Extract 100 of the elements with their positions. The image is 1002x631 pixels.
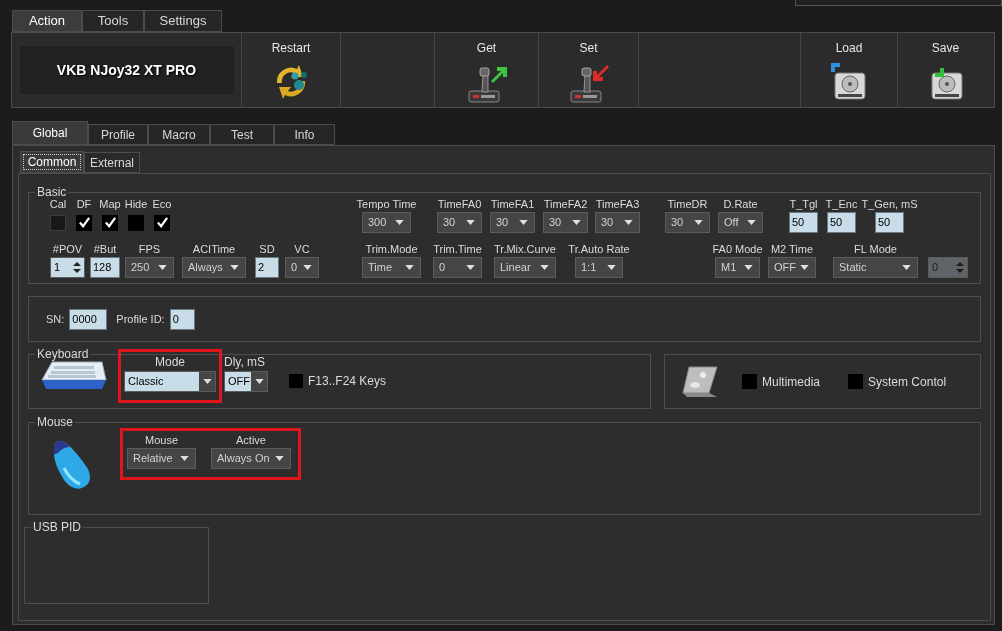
field-label: Tr.Mix.Curve	[494, 242, 556, 257]
dropdown[interactable]: 0	[285, 257, 319, 278]
dropdown[interactable]: Always On	[211, 448, 291, 469]
caret-icon	[744, 265, 753, 270]
caret-icon	[466, 220, 475, 225]
tab[interactable]: Settings	[144, 10, 222, 32]
group-title: Mouse	[36, 416, 75, 429]
field-label: TimeFA1	[490, 197, 535, 212]
toolbar-button[interactable]: Load	[801, 33, 897, 107]
tab[interactable]: Test	[210, 124, 274, 145]
checkbox-label: F13..F24 Keys	[308, 373, 387, 390]
toolbar-button[interactable]: Restart	[242, 33, 340, 107]
combo-box[interactable]: OFF	[224, 371, 268, 392]
input-field[interactable]: 50	[789, 212, 818, 233]
group-title: Keyboard	[36, 348, 90, 361]
group-title: USB PID	[32, 521, 82, 534]
combo-box[interactable]: Classic	[124, 371, 216, 392]
caret-icon	[158, 265, 167, 270]
field-label: Trim.Time	[433, 242, 482, 257]
caret-icon	[747, 220, 756, 225]
dropdown[interactable]: Linear	[494, 257, 556, 278]
dropdown[interactable]: Off	[718, 212, 763, 233]
dropdown[interactable]: 30	[490, 212, 535, 233]
spinner-field[interactable]: 1	[50, 257, 85, 278]
field-label: Active	[236, 433, 266, 448]
dropdown[interactable]: 0	[433, 257, 482, 278]
caret-icon	[275, 456, 284, 461]
dropdown[interactable]: Always	[182, 257, 246, 278]
dropdown[interactable]: 30	[543, 212, 588, 233]
toolbar-button[interactable]: Save	[898, 33, 993, 107]
hard-drive-arrow-icon	[829, 61, 869, 101]
tab[interactable]: Tools	[82, 10, 144, 32]
input-field[interactable]: 2	[255, 257, 279, 278]
checkbox[interactable]	[848, 374, 864, 389]
tab[interactable]: External	[84, 152, 140, 173]
caret-icon	[694, 220, 703, 225]
caret-icon	[572, 220, 581, 225]
tab[interactable]: Common	[20, 151, 84, 173]
field-label: Mode	[155, 354, 185, 371]
checkmark-icon	[77, 216, 91, 229]
dropdown[interactable]: 30	[595, 212, 640, 233]
checkbox[interactable]	[102, 214, 118, 231]
dropdown[interactable]: Time	[362, 257, 421, 278]
field-label: TimeDR	[667, 197, 708, 212]
field-label: TimeFA2	[543, 197, 588, 212]
tab[interactable]: Profile	[88, 124, 148, 145]
field-label: TimeFA3	[595, 197, 640, 212]
field-label: T_Enc	[825, 197, 858, 212]
tab[interactable]: Global	[12, 121, 88, 145]
dropdown[interactable]: Relative	[127, 448, 196, 469]
field-label: Eco	[152, 197, 172, 212]
tab[interactable]: Action	[12, 10, 82, 32]
field-label: Dly, mS	[224, 354, 266, 371]
spinner-field: 0	[928, 257, 968, 278]
keyboard-icon	[40, 360, 108, 392]
field-label: Cal	[49, 197, 67, 212]
input-field[interactable]: 128	[90, 257, 120, 278]
dropdown[interactable]: 30	[437, 212, 482, 233]
dropdown[interactable]: Static	[833, 257, 918, 278]
input-field[interactable]: 50	[875, 212, 904, 233]
checkbox[interactable]	[128, 214, 144, 231]
checkbox[interactable]	[76, 214, 92, 231]
dropdown[interactable]: 250	[125, 257, 174, 278]
field-label: #POV	[52, 242, 83, 257]
caret-icon	[230, 265, 239, 270]
dropdown[interactable]: 300	[362, 212, 411, 233]
field-label: SN:	[46, 311, 65, 327]
field-label: Tempo Time	[356, 197, 417, 212]
checkbox[interactable]	[742, 374, 757, 389]
checkmark-icon	[103, 216, 117, 229]
field-label: M2 Time	[770, 242, 814, 257]
caret-icon	[902, 265, 911, 270]
caret-icon	[624, 220, 633, 225]
field-label: Map	[99, 197, 121, 212]
checkbox[interactable]	[154, 214, 170, 231]
tab[interactable]: Info	[274, 124, 335, 145]
tab[interactable]: Macro	[148, 124, 210, 145]
dropdown[interactable]: 30	[665, 212, 710, 233]
caret-icon	[466, 265, 475, 270]
input-field[interactable]: 50	[827, 212, 856, 233]
caret-icon	[254, 379, 264, 384]
dropdown[interactable]: 1:1	[575, 257, 623, 278]
dropdown[interactable]: OFF	[768, 257, 816, 278]
field-label: FA0 Mode	[712, 242, 763, 257]
toolbar-button[interactable]: Set	[539, 33, 638, 107]
dropdown[interactable]: M1	[715, 257, 760, 278]
field-label: Tr.Auto Rate	[568, 242, 630, 257]
field-label: Mouse	[145, 433, 178, 448]
field-label: FPS	[138, 242, 161, 257]
input-field[interactable]: 0	[169, 308, 195, 330]
field-label: TimeFA0	[437, 197, 482, 212]
toolbar-button[interactable]: Get	[435, 33, 538, 107]
checkbox[interactable]	[289, 374, 303, 388]
field-label: DF	[76, 197, 92, 212]
device-icon	[681, 364, 719, 399]
input-field[interactable]: 0000	[69, 308, 108, 330]
caret-icon	[405, 265, 414, 270]
field-label: Profile ID:	[116, 311, 165, 327]
field-label: FL Mode	[854, 242, 897, 257]
field-label: #But	[93, 242, 117, 257]
